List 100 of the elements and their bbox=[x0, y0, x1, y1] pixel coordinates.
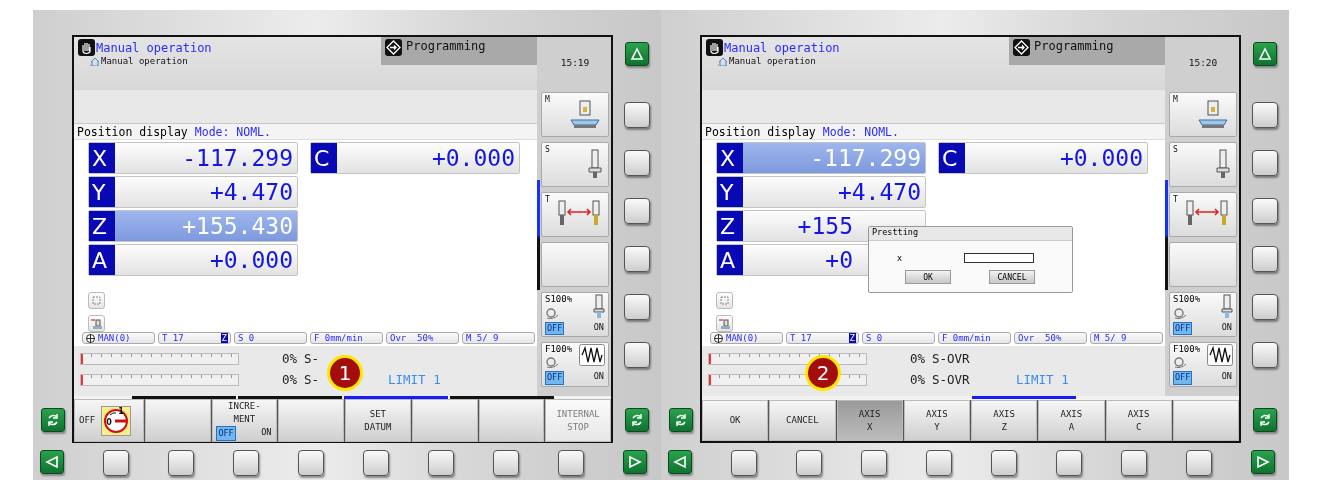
axis-position-row[interactable]: X -117.299 bbox=[716, 142, 926, 174]
hardware-key[interactable] bbox=[1252, 294, 1278, 320]
dialog-button[interactable]: CANCEL bbox=[989, 270, 1035, 284]
axis-letter: C bbox=[311, 143, 337, 173]
side-softkey[interactable]: S bbox=[541, 142, 609, 187]
side-softkey[interactable]: S bbox=[1169, 142, 1237, 187]
key-letter: S bbox=[1173, 145, 1178, 154]
axis-position-row[interactable]: C +0.000 bbox=[310, 142, 520, 174]
side-softkey[interactable]: T bbox=[1169, 192, 1237, 237]
status-text: T 17 bbox=[162, 333, 184, 343]
softkey[interactable]: SET DATUM bbox=[345, 399, 411, 442]
softkey[interactable]: INCRE- MENT OFF ON bbox=[211, 399, 278, 442]
softkey[interactable]: AXIS A bbox=[1038, 400, 1105, 441]
frame-icon bbox=[719, 295, 730, 306]
softkey[interactable]: AXIS Z bbox=[971, 400, 1038, 441]
side-softkey[interactable]: S100% OFF ON bbox=[541, 292, 609, 337]
axis-value: -117.299 bbox=[809, 144, 922, 173]
hardware-key[interactable] bbox=[103, 450, 129, 476]
hardware-key[interactable] bbox=[1252, 246, 1278, 272]
hardware-key[interactable] bbox=[624, 342, 650, 368]
dialog-button[interactable]: OK bbox=[905, 270, 951, 284]
hardware-key[interactable] bbox=[40, 450, 64, 474]
hardware-key[interactable] bbox=[625, 42, 649, 66]
on-option: ON bbox=[592, 370, 605, 385]
axis-position-row[interactable]: C +0.000 bbox=[938, 142, 1148, 174]
hardware-key[interactable] bbox=[168, 450, 194, 476]
hardware-key[interactable] bbox=[668, 408, 693, 432]
on-option: ON bbox=[592, 322, 605, 335]
axis-position-row[interactable]: X -117.299 bbox=[88, 142, 298, 174]
machine-button[interactable] bbox=[88, 315, 105, 332]
knob-icon bbox=[545, 307, 559, 319]
hardware-key[interactable] bbox=[1252, 198, 1278, 224]
axis-position-row[interactable]: A +0.000 bbox=[88, 244, 298, 276]
hardware-key[interactable] bbox=[624, 102, 650, 128]
side-softkey[interactable]: T bbox=[541, 192, 609, 237]
hardware-key[interactable] bbox=[668, 450, 692, 474]
side-softkey[interactable]: F100% OFF ON bbox=[541, 342, 609, 387]
softkey[interactable]: OK bbox=[702, 400, 769, 441]
off-option: OFF bbox=[1173, 322, 1193, 335]
side-softkey[interactable]: F100% OFF ON bbox=[1169, 342, 1237, 387]
hardware-key[interactable] bbox=[1252, 342, 1278, 368]
home-icon bbox=[90, 56, 100, 66]
softkey[interactable]: CANCEL bbox=[769, 400, 836, 441]
hardware-key[interactable] bbox=[991, 450, 1017, 476]
hardware-key[interactable] bbox=[926, 450, 952, 476]
hardware-key[interactable] bbox=[623, 450, 647, 474]
input-field[interactable] bbox=[964, 253, 1035, 263]
spindle-icon bbox=[1221, 294, 1233, 320]
hardware-key[interactable] bbox=[624, 150, 650, 176]
key-letter: M bbox=[545, 95, 550, 104]
hardware-key[interactable] bbox=[861, 450, 887, 476]
side-softkey[interactable]: M bbox=[1169, 92, 1237, 137]
programming-tab[interactable]: Programming bbox=[381, 37, 537, 65]
side-softkey[interactable]: S100% OFF ON bbox=[1169, 292, 1237, 337]
axis-position-row[interactable]: Y +4.470 bbox=[88, 176, 298, 208]
softkey[interactable]: OFF 1 0 bbox=[74, 399, 144, 442]
hardware-key[interactable] bbox=[558, 450, 584, 476]
axis-position-row[interactable]: Z +155.430 bbox=[88, 210, 298, 242]
hand-icon bbox=[706, 39, 723, 56]
hardware-key[interactable] bbox=[1121, 450, 1147, 476]
field-label: x bbox=[897, 253, 903, 263]
softkey[interactable]: AXIS Y bbox=[903, 400, 970, 441]
hardware-key[interactable] bbox=[1252, 102, 1278, 128]
hardware-key[interactable] bbox=[40, 408, 65, 432]
hardware-key[interactable] bbox=[1253, 42, 1277, 66]
clock-time: 15:20 bbox=[1188, 55, 1218, 70]
step-number-badge: 1 bbox=[327, 355, 363, 391]
mode-subtitle: Manual operation bbox=[101, 56, 188, 66]
machine-icon bbox=[568, 99, 602, 129]
side-softkey[interactable]: M bbox=[541, 92, 609, 137]
softkey[interactable] bbox=[478, 399, 545, 442]
hardware-key[interactable] bbox=[624, 246, 650, 272]
mode-title: Manual operation bbox=[724, 40, 840, 55]
hardware-key[interactable] bbox=[363, 450, 389, 476]
hardware-key[interactable] bbox=[298, 450, 324, 476]
on-option: ON bbox=[1220, 322, 1233, 335]
programming-tab[interactable]: Programming bbox=[1009, 37, 1165, 65]
axis-value: +0 bbox=[825, 246, 854, 275]
status-text: Ovr 50% bbox=[1018, 333, 1062, 343]
hardware-key[interactable] bbox=[1251, 450, 1275, 474]
axis-value: -117.299 bbox=[181, 144, 294, 173]
hardware-key[interactable] bbox=[428, 450, 454, 476]
hardware-key[interactable] bbox=[233, 450, 259, 476]
hardware-key[interactable] bbox=[624, 198, 650, 224]
hardware-key[interactable] bbox=[624, 294, 650, 320]
spindle-icon bbox=[593, 294, 605, 320]
off-option: OFF bbox=[216, 426, 236, 441]
machine-button[interactable] bbox=[716, 315, 733, 332]
hardware-key[interactable] bbox=[1056, 450, 1082, 476]
softkey[interactable]: AXIS C bbox=[1105, 400, 1172, 441]
hardware-key[interactable] bbox=[1186, 450, 1212, 476]
hardware-key[interactable] bbox=[493, 450, 519, 476]
hardware-key[interactable] bbox=[1252, 150, 1278, 176]
softkey[interactable]: AXIS X bbox=[836, 400, 903, 441]
axis-position-row[interactable]: Y +4.470 bbox=[716, 176, 926, 208]
axis-letter: A bbox=[717, 245, 743, 275]
hardware-key[interactable] bbox=[625, 408, 649, 432]
hardware-key[interactable] bbox=[1253, 408, 1277, 432]
hardware-key[interactable] bbox=[796, 450, 822, 476]
hardware-key[interactable] bbox=[731, 450, 757, 476]
